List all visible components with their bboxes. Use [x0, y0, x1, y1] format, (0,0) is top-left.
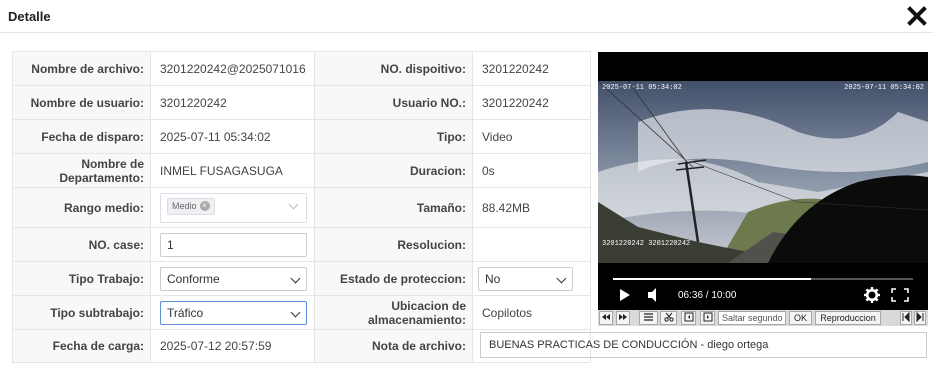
overlay-bottom: 3201220242 3201220242: [602, 240, 690, 248]
table-row: Tipo subtrabajo: Tráfico Ubicacion de al…: [12, 295, 591, 330]
label-no-dispositivo: NO. dispoitivo:: [314, 51, 473, 86]
tipo-trabajo-select[interactable]: Conforme: [160, 266, 307, 291]
value-tamano: 88.42MB: [472, 187, 591, 228]
frame-back-icon: [684, 312, 693, 322]
label-rango-medio: Rango medio:: [12, 187, 151, 228]
tipo-subtrabajo-select[interactable]: Tráfico: [160, 300, 307, 325]
label-tamano: Tamaño:: [314, 187, 473, 228]
rewind-icon: [602, 314, 610, 320]
next-file-button[interactable]: [914, 311, 926, 325]
reproduccion-button[interactable]: Reproduccion: [815, 311, 881, 325]
tipo-subtrabajo-selected: Tráfico: [167, 305, 204, 320]
label-nota-archivo: Nota de archivo:: [314, 329, 473, 363]
nota-archivo-input[interactable]: BUENAS PRACTICAS DE CONDUCCIÓN - diego o…: [480, 332, 927, 358]
table-row: Nombre de Departamento: INMEL FUSAGASUGA…: [12, 153, 591, 188]
label-fecha-disparo: Fecha de disparo:: [12, 119, 151, 154]
rango-medio-select[interactable]: Medio ×: [160, 192, 307, 223]
label-nombre-usuario: Nombre de usuario:: [12, 85, 151, 120]
progress-fill: [613, 278, 811, 280]
rango-medio-tag: Medio ×: [167, 197, 215, 215]
value-nombre-archivo: 3201220242@2025071016: [150, 51, 315, 86]
close-icon[interactable]: [907, 6, 927, 26]
label-tipo-trabajo: Tipo Trabajo:: [12, 261, 151, 296]
label-tipo-subtrabajo: Tipo subtrabajo:: [12, 295, 151, 330]
table-row: Rango medio: Medio × Tamaño: 88.42MB: [12, 187, 591, 228]
frame-forward-button[interactable]: [700, 311, 715, 325]
value-fecha-carga: 2025-07-12 20:57:59: [150, 329, 315, 363]
scissors-icon: [663, 312, 674, 322]
value-no-case: 1: [150, 227, 315, 262]
skip-back-icon: [902, 311, 910, 323]
label-duracion: Duracion:: [314, 153, 473, 188]
table-row: Tipo Trabajo: Conforme Estado de protecc…: [12, 261, 591, 296]
value-nombre-departamento: INMEL FUSAGASUGA: [150, 153, 315, 188]
value-nombre-usuario: 3201220242: [150, 85, 315, 120]
label-estado-proteccion: Estado de proteccion:: [314, 261, 473, 296]
tag-remove-icon[interactable]: ×: [199, 201, 210, 212]
value-no-dispositivo: 3201220242: [472, 51, 591, 86]
table-row: NO. case: 1 Resolucion:: [12, 227, 591, 262]
prev-file-button[interactable]: [900, 311, 912, 325]
value-tipo-trabajo: Conforme: [150, 261, 315, 296]
dialog-title: Detalle: [8, 9, 51, 24]
value-resolucion: [472, 227, 591, 262]
forward-icon: [619, 314, 627, 320]
forward-button[interactable]: [616, 311, 630, 325]
skip-seconds-input[interactable]: Saltar segundo: [718, 311, 786, 325]
label-resolucion: Resolucion:: [314, 227, 473, 262]
overlay-right: 2025-07-11 05:34:02: [844, 84, 924, 92]
dialog-header: Detalle: [0, 0, 933, 33]
value-ubicacion: Copilotos: [472, 295, 591, 330]
table-row: Nombre de usuario: 3201220242 Usuario NO…: [12, 85, 591, 120]
estado-proteccion-selected: No: [485, 271, 501, 286]
value-duracion: 0s: [472, 153, 591, 188]
value-tipo: Video: [472, 119, 591, 154]
label-nombre-departamento: Nombre de Departamento:: [12, 153, 151, 188]
label-ubicacion: Ubicacion de almacenamiento:: [314, 295, 473, 330]
list-button[interactable]: [639, 311, 658, 325]
details-table: Nombre de archivo: 3201220242@2025071016…: [12, 51, 591, 363]
list-icon: [644, 313, 653, 321]
rewind-button[interactable]: [599, 311, 613, 325]
estado-proteccion-select[interactable]: No: [478, 266, 573, 291]
no-case-input[interactable]: 1: [160, 232, 307, 257]
frame-forward-icon: [703, 312, 712, 322]
video-frame: 2025-07-11 05:34:02 2025-07-11 05:34:02 …: [598, 52, 928, 310]
skip-forward-icon: [916, 311, 924, 323]
value-usuario-no: 3201220242: [472, 85, 591, 120]
clip-button[interactable]: [660, 311, 677, 325]
label-no-case: NO. case:: [12, 227, 151, 262]
value-rango-medio: Medio ×: [150, 187, 315, 228]
label-usuario-no: Usuario NO.:: [314, 85, 473, 120]
overlay-left: 2025-07-11 05:34:02: [602, 84, 682, 92]
table-row: Fecha de disparo: 2025-07-11 05:34:02 Ti…: [12, 119, 591, 154]
value-estado-proteccion: No: [472, 261, 591, 296]
chevron-down-icon: [288, 199, 299, 209]
playback-toolbar: Saltar segundo OK Reproduccion: [598, 310, 928, 326]
label-tipo: Tipo:: [314, 119, 473, 154]
frame-back-button[interactable]: [681, 311, 696, 325]
value-tipo-subtrabajo: Tráfico: [150, 295, 315, 330]
table-row: Nombre de archivo: 3201220242@2025071016…: [12, 51, 591, 86]
label-nombre-archivo: Nombre de archivo:: [12, 51, 151, 86]
ok-button[interactable]: OK: [789, 311, 812, 325]
value-fecha-disparo: 2025-07-11 05:34:02: [150, 119, 315, 154]
label-fecha-carga: Fecha de carga:: [12, 329, 151, 363]
tipo-trabajo-selected: Conforme: [167, 271, 220, 286]
rango-medio-tag-label: Medio: [172, 200, 197, 211]
video-player[interactable]: 2025-07-11 05:34:02 2025-07-11 05:34:02 …: [598, 52, 928, 310]
time-display: 06:36 / 10:00: [678, 290, 737, 301]
